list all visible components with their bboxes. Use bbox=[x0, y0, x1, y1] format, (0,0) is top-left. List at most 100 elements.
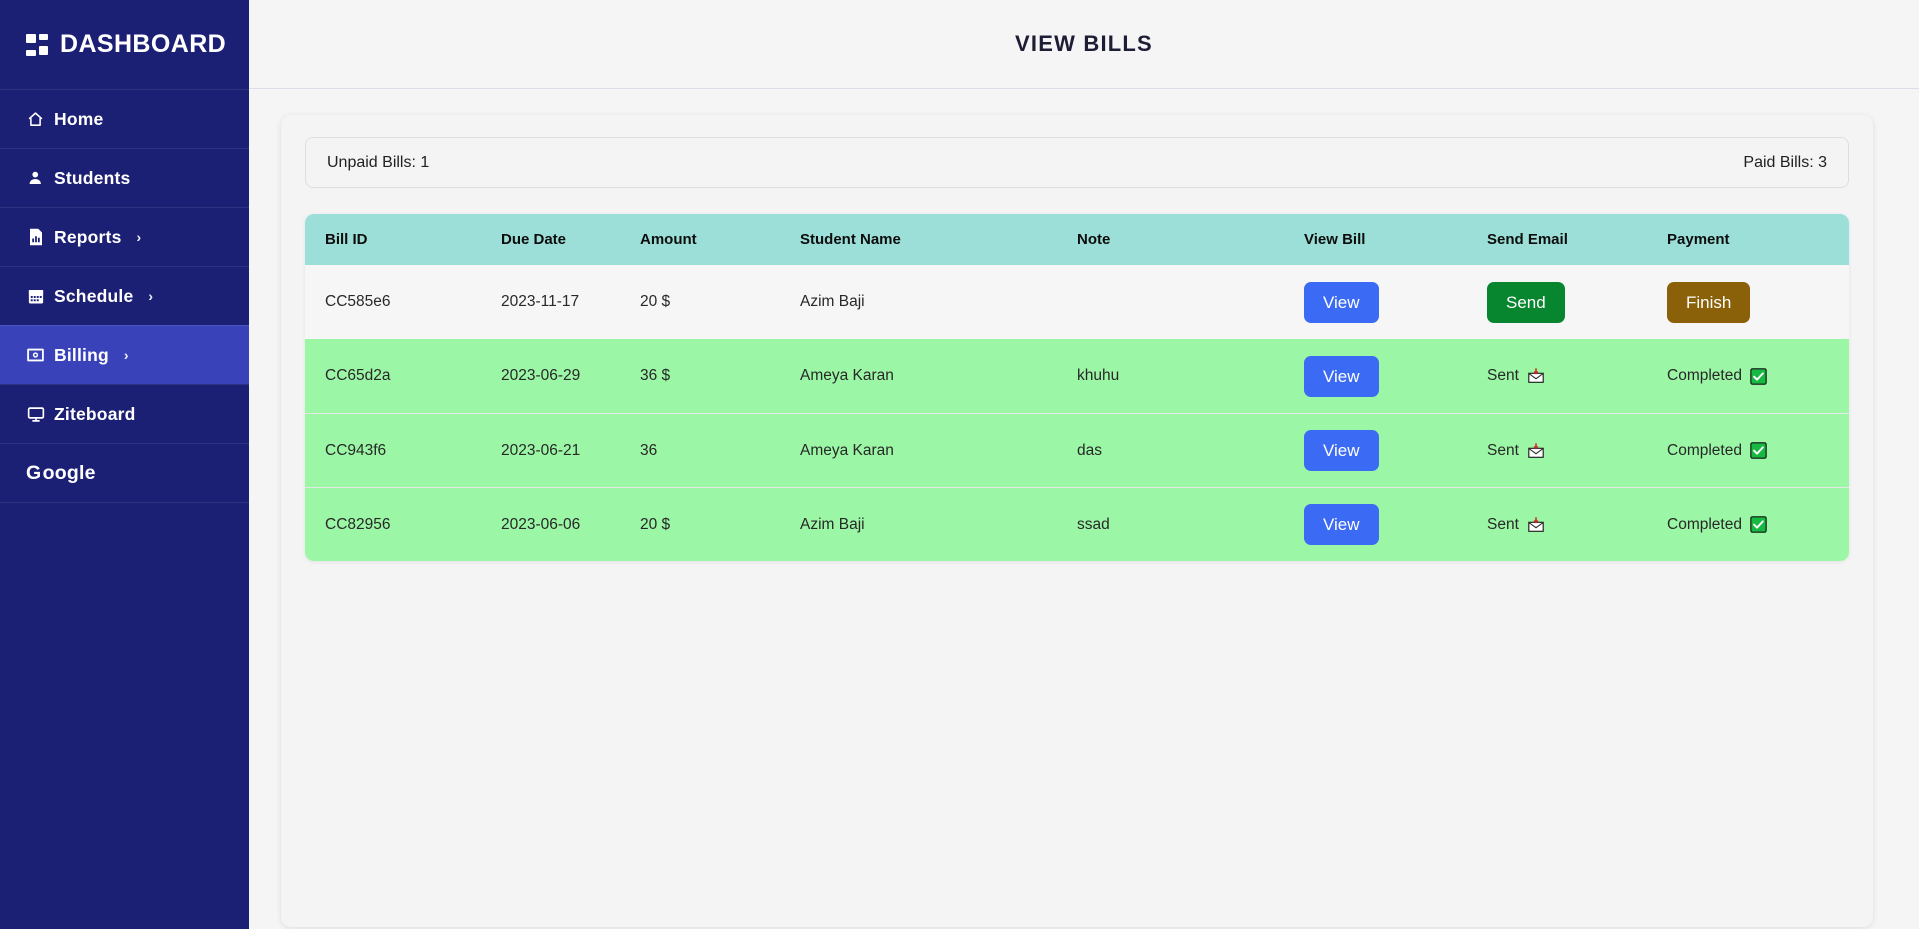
sidebar-item-home[interactable]: Home bbox=[0, 89, 249, 148]
app-root: DASHBOARD Home Students Reports › Schedu… bbox=[0, 0, 1919, 929]
calendar-icon bbox=[26, 287, 45, 306]
green-check-box-icon bbox=[1750, 516, 1767, 533]
home-icon bbox=[26, 110, 45, 129]
column-header-due-date[interactable]: Due Date bbox=[501, 214, 640, 265]
sidebar-nav: Home Students Reports › Schedule › Billi… bbox=[0, 89, 249, 502]
cell-amount: 20 $ bbox=[640, 265, 800, 339]
envelope-arrow-icon bbox=[1527, 367, 1545, 385]
paid-bills-count: Paid Bills: 3 bbox=[1743, 153, 1827, 171]
cell-bill-id: CC65d2a bbox=[305, 339, 501, 413]
top-header-bar: VIEW BILLS bbox=[249, 0, 1919, 89]
chevron-right-icon: › bbox=[136, 229, 142, 245]
sidebar-item-label: Reports bbox=[54, 226, 122, 247]
column-header-amount[interactable]: Amount bbox=[640, 214, 800, 265]
grid-icon bbox=[26, 33, 48, 56]
email-sent-status: Sent bbox=[1487, 516, 1545, 534]
cell-student-name: Ameya Karan bbox=[800, 413, 1077, 487]
cell-due-date: 2023-06-29 bbox=[501, 339, 640, 413]
sidebar-item-schedule[interactable]: Schedule › bbox=[0, 266, 249, 325]
cell-note: das bbox=[1077, 413, 1304, 487]
google-logo-rest: oogle bbox=[42, 461, 96, 484]
user-icon bbox=[26, 169, 45, 188]
money-bill-icon bbox=[26, 346, 45, 365]
sidebar-brand[interactable]: DASHBOARD bbox=[0, 0, 249, 89]
cell-view-bill: View bbox=[1304, 413, 1487, 487]
sidebar-item-google[interactable]: Google bbox=[0, 443, 249, 502]
cell-note: khuhu bbox=[1077, 339, 1304, 413]
cell-send-email: Sent bbox=[1487, 339, 1667, 413]
cell-send-email: Sent bbox=[1487, 487, 1667, 561]
sidebar-item-ziteboard[interactable]: Ziteboard bbox=[0, 384, 249, 443]
payment-completed-label: Completed bbox=[1667, 367, 1742, 384]
payment-completed-status: Completed bbox=[1667, 442, 1767, 460]
chevron-right-icon: › bbox=[148, 288, 154, 304]
table-row: CC82956 2023-06-06 20 $ Azim Baji ssad V… bbox=[305, 487, 1849, 561]
cell-view-bill: View bbox=[1304, 339, 1487, 413]
cell-amount: 36 $ bbox=[640, 339, 800, 413]
view-bill-button[interactable]: View bbox=[1304, 504, 1379, 545]
cell-due-date: 2023-06-06 bbox=[501, 487, 640, 561]
column-header-view-bill[interactable]: View Bill bbox=[1304, 214, 1487, 265]
table-header-row: Bill ID Due Date Amount Student Name Not… bbox=[305, 214, 1849, 265]
sidebar-item-students[interactable]: Students bbox=[0, 148, 249, 207]
column-header-payment[interactable]: Payment bbox=[1667, 214, 1849, 265]
envelope-arrow-icon bbox=[1527, 442, 1545, 460]
email-sent-label: Sent bbox=[1487, 441, 1519, 459]
sidebar-item-billing[interactable]: Billing › bbox=[0, 325, 249, 384]
cell-note bbox=[1077, 265, 1304, 339]
sidebar-item-reports[interactable]: Reports › bbox=[0, 207, 249, 266]
cell-payment: Completed bbox=[1667, 413, 1849, 487]
cell-view-bill: View bbox=[1304, 265, 1487, 339]
cell-send-email: Sent bbox=[1487, 413, 1667, 487]
green-check-box-icon bbox=[1750, 442, 1767, 459]
main-area: VIEW BILLS Unpaid Bills: 1 Paid Bills: 3… bbox=[249, 0, 1919, 929]
send-email-button[interactable]: Send bbox=[1487, 281, 1565, 323]
cell-payment: Completed bbox=[1667, 487, 1849, 561]
cell-payment: Completed bbox=[1667, 339, 1849, 413]
cell-amount: 36 bbox=[640, 413, 800, 487]
chevron-right-icon: › bbox=[123, 347, 129, 363]
view-bill-button[interactable]: View bbox=[1304, 355, 1379, 397]
email-sent-status: Sent bbox=[1487, 442, 1545, 460]
email-sent-label: Sent bbox=[1487, 515, 1519, 533]
cell-student-name: Ameya Karan bbox=[800, 339, 1077, 413]
cell-student-name: Azim Baji bbox=[800, 265, 1077, 339]
finish-payment-button[interactable]: Finish bbox=[1667, 281, 1751, 323]
column-header-send-email[interactable]: Send Email bbox=[1487, 214, 1667, 265]
sidebar: DASHBOARD Home Students Reports › Schedu… bbox=[0, 0, 249, 929]
cell-due-date: 2023-06-21 bbox=[501, 413, 640, 487]
content-area: Unpaid Bills: 1 Paid Bills: 3 Bill ID Du… bbox=[249, 89, 1919, 929]
payment-completed-status: Completed bbox=[1667, 516, 1767, 534]
cell-due-date: 2023-11-17 bbox=[501, 265, 640, 339]
cell-view-bill: View bbox=[1304, 487, 1487, 561]
google-logo-g: G bbox=[26, 461, 43, 484]
sidebar-item-label: Ziteboard bbox=[54, 403, 136, 424]
view-bill-button[interactable]: View bbox=[1304, 430, 1379, 471]
cell-send-email: Send bbox=[1487, 265, 1667, 339]
sidebar-item-label: Schedule bbox=[54, 285, 134, 306]
sidebar-item-label: Home bbox=[54, 108, 104, 129]
bills-card: Unpaid Bills: 1 Paid Bills: 3 Bill ID Du… bbox=[281, 115, 1873, 927]
monitor-icon bbox=[26, 405, 45, 424]
google-logo: Google bbox=[26, 462, 96, 485]
email-sent-status: Sent bbox=[1487, 367, 1545, 385]
column-header-bill-id[interactable]: Bill ID bbox=[305, 214, 501, 265]
column-header-student-name[interactable]: Student Name bbox=[800, 214, 1077, 265]
cell-bill-id: CC943f6 bbox=[305, 413, 501, 487]
sidebar-filler bbox=[0, 502, 249, 929]
table-row: CC943f6 2023-06-21 36 Ameya Karan das Vi… bbox=[305, 413, 1849, 487]
table-row: CC585e6 2023-11-17 20 $ Azim Baji View S… bbox=[305, 265, 1849, 339]
bills-table-head: Bill ID Due Date Amount Student Name Not… bbox=[305, 214, 1849, 265]
report-document-icon bbox=[26, 228, 45, 247]
sidebar-item-label: Billing bbox=[54, 344, 109, 365]
unpaid-bills-count: Unpaid Bills: 1 bbox=[327, 153, 430, 171]
table-row: CC65d2a 2023-06-29 36 $ Ameya Karan khuh… bbox=[305, 339, 1849, 413]
column-header-note[interactable]: Note bbox=[1077, 214, 1304, 265]
cell-note: ssad bbox=[1077, 487, 1304, 561]
bills-table-body: CC585e6 2023-11-17 20 $ Azim Baji View S… bbox=[305, 265, 1849, 561]
brand-title: DASHBOARD bbox=[60, 30, 227, 58]
view-bill-button[interactable]: View bbox=[1304, 281, 1379, 323]
email-sent-label: Sent bbox=[1487, 367, 1519, 384]
summary-bar: Unpaid Bills: 1 Paid Bills: 3 bbox=[305, 137, 1849, 188]
cell-bill-id: CC585e6 bbox=[305, 265, 501, 339]
